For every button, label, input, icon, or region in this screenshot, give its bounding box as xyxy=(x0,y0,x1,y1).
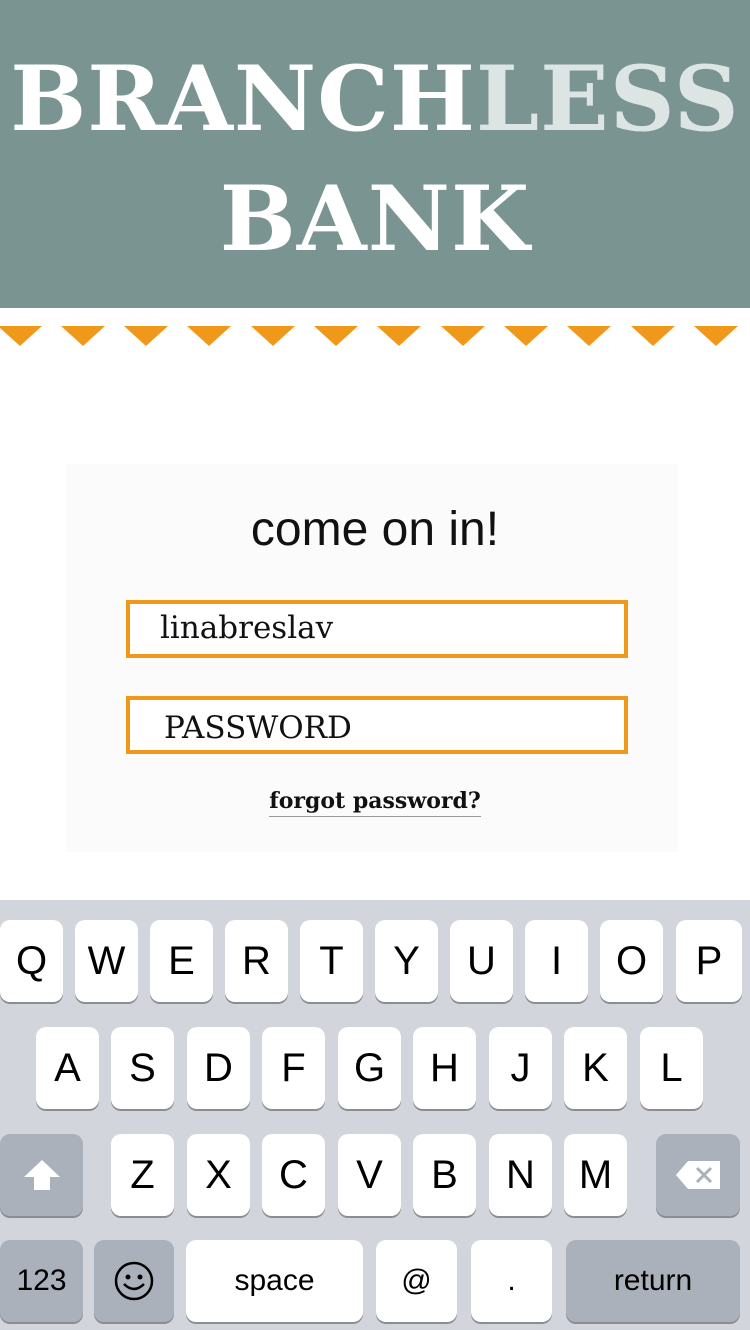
key-s[interactable]: S xyxy=(111,1027,174,1109)
key-y[interactable]: Y xyxy=(375,920,438,1002)
key-h[interactable]: H xyxy=(413,1027,476,1109)
shift-arrow-icon xyxy=(23,1160,60,1190)
at-key[interactable]: @ xyxy=(376,1240,457,1322)
zigzag-divider xyxy=(0,326,750,346)
key-r[interactable]: R xyxy=(225,920,288,1002)
key-z[interactable]: Z xyxy=(111,1134,174,1216)
key-e[interactable]: E xyxy=(150,920,213,1002)
key-g[interactable]: G xyxy=(338,1027,401,1109)
forgot-password-link[interactable]: forgot password? xyxy=(269,788,481,817)
space-key[interactable]: space xyxy=(186,1240,363,1322)
logo-line-2: BANK xyxy=(219,166,531,272)
key-w[interactable]: W xyxy=(75,920,138,1002)
key-b[interactable]: B xyxy=(413,1134,476,1216)
app-header: BRANCHLESS BANK xyxy=(0,0,750,308)
key-u[interactable]: U xyxy=(450,920,513,1002)
username-value: linabreslav xyxy=(160,610,334,646)
key-m[interactable]: M xyxy=(564,1134,627,1216)
username-field[interactable]: linabreslav xyxy=(126,600,628,658)
backspace-icon xyxy=(676,1161,720,1189)
key-d[interactable]: D xyxy=(187,1027,250,1109)
keyboard: Q W E R T Y U I O P A S D F G H J K L Z … xyxy=(0,900,750,1330)
logo-less: LESS xyxy=(475,46,740,152)
key-q[interactable]: Q xyxy=(0,920,63,1002)
numbers-key[interactable]: 123 xyxy=(0,1240,83,1322)
key-n[interactable]: N xyxy=(489,1134,552,1216)
shift-key[interactable] xyxy=(0,1134,83,1216)
logo-line-1: BRANCHLESS xyxy=(0,46,750,152)
password-placeholder: PASSWORD xyxy=(164,710,352,746)
key-v[interactable]: V xyxy=(338,1134,401,1216)
dot-key[interactable]: . xyxy=(471,1240,552,1322)
emoji-icon xyxy=(114,1261,154,1301)
delete-key[interactable] xyxy=(656,1134,740,1216)
key-c[interactable]: C xyxy=(262,1134,325,1216)
key-o[interactable]: O xyxy=(600,920,663,1002)
password-field[interactable]: PASSWORD xyxy=(126,696,628,754)
key-t[interactable]: T xyxy=(300,920,363,1002)
key-a[interactable]: A xyxy=(36,1027,99,1109)
emoji-key[interactable] xyxy=(94,1240,174,1322)
key-j[interactable]: J xyxy=(489,1027,552,1109)
key-p[interactable]: P xyxy=(676,920,742,1002)
key-i[interactable]: I xyxy=(525,920,588,1002)
return-key[interactable]: return xyxy=(566,1240,740,1322)
key-x[interactable]: X xyxy=(187,1134,250,1216)
key-f[interactable]: F xyxy=(262,1027,325,1109)
forgot-password-row: forgot password? xyxy=(0,788,750,817)
key-k[interactable]: K xyxy=(564,1027,627,1109)
key-l[interactable]: L xyxy=(640,1027,703,1109)
login-title: come on in! xyxy=(250,503,500,556)
logo-branch: BRANCH xyxy=(10,46,476,152)
